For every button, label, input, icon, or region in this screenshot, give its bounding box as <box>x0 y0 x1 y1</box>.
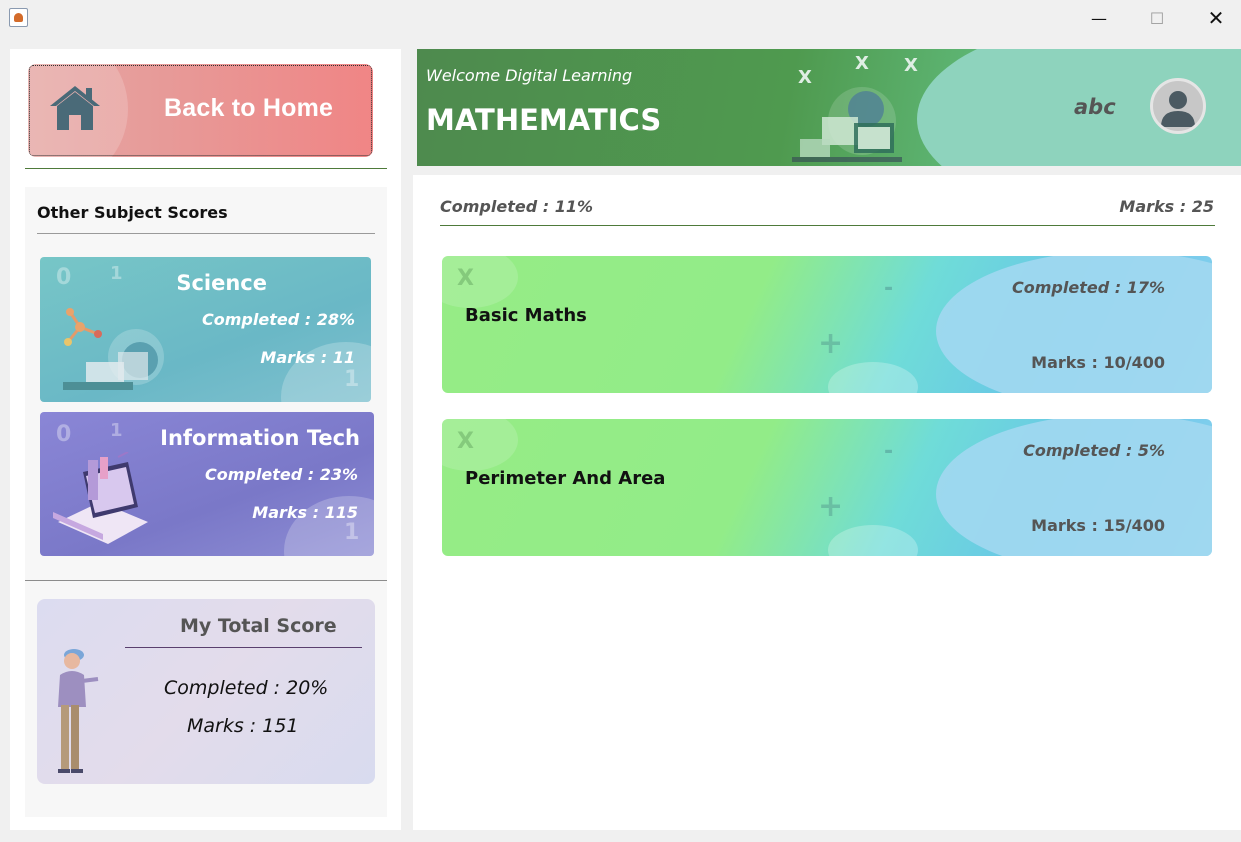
decorative-minus: - <box>884 439 894 464</box>
divider <box>37 233 375 234</box>
total-completed: Completed : 20% <box>164 677 329 699</box>
person-illustration-icon <box>58 649 99 773</box>
sidebar-panel: Back to Home Other Subject Scores 0 1 1 <box>10 49 401 830</box>
information-tech-score-card[interactable]: 0 1 1 Information Tech Completed : 23% M… <box>40 412 374 556</box>
subject-completed: Completed : 11% <box>440 197 593 216</box>
avatar[interactable] <box>1150 78 1206 134</box>
decorative-x: X <box>457 266 474 291</box>
divider <box>25 580 387 581</box>
science-illustration-icon <box>63 308 164 390</box>
minimize-button[interactable]: — <box>1070 0 1128 36</box>
decorative-bubble <box>936 256 1212 393</box>
divider <box>440 225 1215 226</box>
science-completed: Completed : 28% <box>202 310 355 329</box>
page-title: MATHEMATICS <box>426 103 662 137</box>
decorative-plus: + <box>818 489 844 524</box>
topic-completed: Completed : 5% <box>1023 441 1165 460</box>
total-marks: Marks : 151 <box>187 715 299 737</box>
learning-illustration-icon <box>792 87 902 162</box>
decorative-digit: 1 <box>110 420 123 441</box>
welcome-text: Welcome Digital Learning <box>426 66 633 85</box>
topics-content-area: Completed : 11% Marks : 25 X - + Basic M… <box>413 175 1241 830</box>
topic-name: Perimeter And Area <box>465 468 666 489</box>
back-to-home-button[interactable]: Back to Home <box>28 64 373 157</box>
decorative-digit: 1 <box>110 263 123 284</box>
science-marks: Marks : 11 <box>260 348 355 367</box>
other-subject-scores-title: Other Subject Scores <box>37 203 228 222</box>
decorative-plus: + <box>818 326 844 361</box>
close-button[interactable]: ✕ <box>1187 0 1241 36</box>
user-icon <box>1161 91 1195 127</box>
laptop-illustration-icon <box>53 452 148 544</box>
topic-name: Basic Maths <box>465 305 587 326</box>
topic-card-perimeter-and-area[interactable]: X - + Perimeter And Area Completed : 5% … <box>442 419 1212 556</box>
divider <box>125 647 362 648</box>
decorative-digit: 0 <box>56 422 72 447</box>
decorative-x: X <box>798 67 812 88</box>
decorative-bubble <box>442 419 518 471</box>
topic-completed: Completed : 17% <box>1012 278 1165 297</box>
my-total-score-title: My Total Score <box>180 615 337 637</box>
topic-marks: Marks : 10/400 <box>1031 353 1165 372</box>
maximize-button[interactable]: ☐ <box>1128 0 1186 36</box>
decorative-x: X <box>904 55 918 76</box>
focus-outline <box>29 65 372 156</box>
information-tech-subject-name: Information Tech <box>160 426 360 450</box>
decorative-bubble <box>828 525 918 556</box>
window-titlebar: — ☐ ✕ <box>0 0 1241 37</box>
decorative-x: X <box>457 429 474 454</box>
information-tech-marks: Marks : 115 <box>252 503 358 522</box>
username-label: abc <box>1074 95 1116 119</box>
topic-marks: Marks : 15/400 <box>1031 516 1165 535</box>
decorative-digit: 0 <box>56 265 72 290</box>
decorative-minus: - <box>884 276 894 301</box>
science-score-card[interactable]: 0 1 1 Science Completed : 28% Marks : 11 <box>40 257 371 402</box>
subject-marks: Marks : 25 <box>1119 197 1214 216</box>
java-app-icon <box>9 8 28 27</box>
subject-header-banner: X X X Welcome Digital Learning MATHEMATI… <box>417 49 1241 166</box>
decorative-x: X <box>855 53 869 74</box>
my-total-score-card: My Total Score Completed : 20% Marks : 1… <box>37 599 375 784</box>
divider <box>25 168 387 169</box>
science-subject-name: Science <box>176 271 267 295</box>
decorative-bubble <box>936 419 1212 556</box>
information-tech-completed: Completed : 23% <box>205 465 358 484</box>
decorative-bubble <box>828 362 918 393</box>
decorative-bubble <box>442 256 518 308</box>
topic-card-basic-maths[interactable]: X - + Basic Maths Completed : 17% Marks … <box>442 256 1212 393</box>
